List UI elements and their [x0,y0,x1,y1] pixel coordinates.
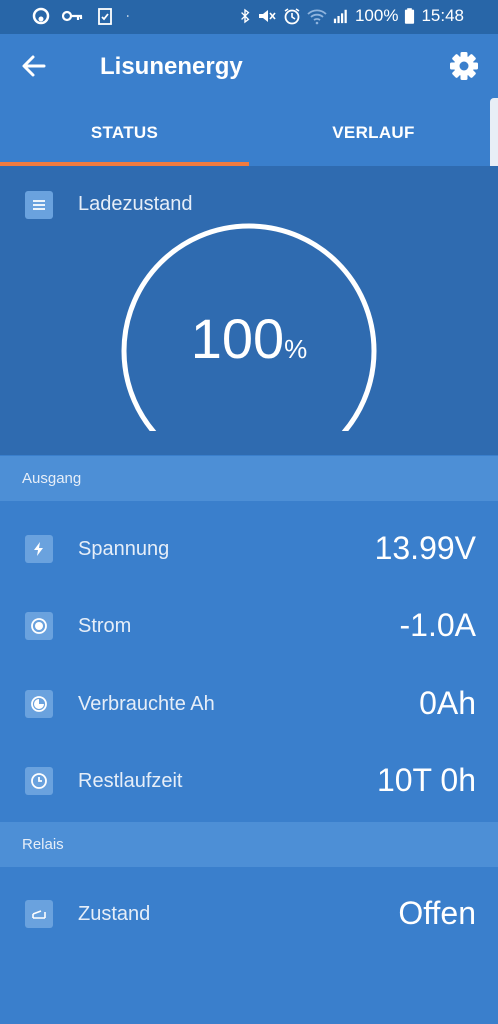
row-label: Spannung [78,538,170,560]
gauge-value: 100% [0,306,498,371]
gauge-label: Ladezustand [78,193,193,215]
clock-icon [25,767,53,795]
page-title: Lisunenergy [100,53,243,80]
bluetooth-icon [241,8,250,24]
circle-dot-icon [25,612,53,640]
state-of-charge-card: Ladezustand 100% [0,166,498,455]
alarm-icon [284,8,300,25]
clipboard-check-icon [98,8,112,25]
clock-time: 15:48 [421,6,464,25]
battery-list-icon [25,191,53,219]
battery-percent: 100% [354,6,399,25]
list-item-consumed-ah[interactable]: Verbrauchte Ah 0Ah [0,665,498,743]
row-label: Strom [78,615,132,637]
bolt-icon [25,535,53,563]
consumed-icon [25,690,53,718]
tab-bar: STATUS VERLAUF [0,100,498,166]
gauge-number: 100 [190,307,285,370]
section-header-output: Ausgang [0,456,498,501]
row-value: Offen [398,895,476,931]
mute-icon [258,10,276,22]
app-bar: Lisunenergy [0,34,498,100]
list-item-remaining-time[interactable]: Restlaufzeit 10T 0h [0,742,498,820]
row-label: Zustand [78,903,151,925]
tab-verlauf-label: VERLAUF [332,123,415,142]
list-item-relay-state[interactable]: Zustand Offen [0,875,498,953]
section-header-relay: Relais [0,822,498,867]
row-value: 0Ah [419,685,476,721]
section-title: Relais [22,836,64,853]
gauge-unit: % [284,334,308,364]
tab-status[interactable]: STATUS [0,100,249,166]
row-label: Verbrauchte Ah [78,693,215,715]
wifi-icon [307,9,327,25]
tab-verlauf[interactable]: VERLAUF [249,100,498,166]
row-value: -1.0A [399,607,476,643]
status-bar: 100% 15:48 [0,0,498,34]
section-title: Ausgang [22,470,82,487]
battery-icon [405,8,415,24]
tab-status-label: STATUS [90,123,159,142]
row-label: Restlaufzeit [78,770,183,792]
key-icon [62,10,83,22]
row-value: 13.99V [374,530,476,566]
relay-icon [25,900,53,928]
app-icon [32,7,50,25]
list-item-current[interactable]: Strom -1.0A [0,587,498,665]
arrow-back-icon[interactable] [20,52,48,80]
signal-icon [333,9,347,24]
dot-icon [126,15,129,17]
list-item-voltage[interactable]: Spannung 13.99V [0,510,498,588]
row-value: 10T 0h [376,762,476,798]
gear-icon[interactable] [448,50,480,82]
